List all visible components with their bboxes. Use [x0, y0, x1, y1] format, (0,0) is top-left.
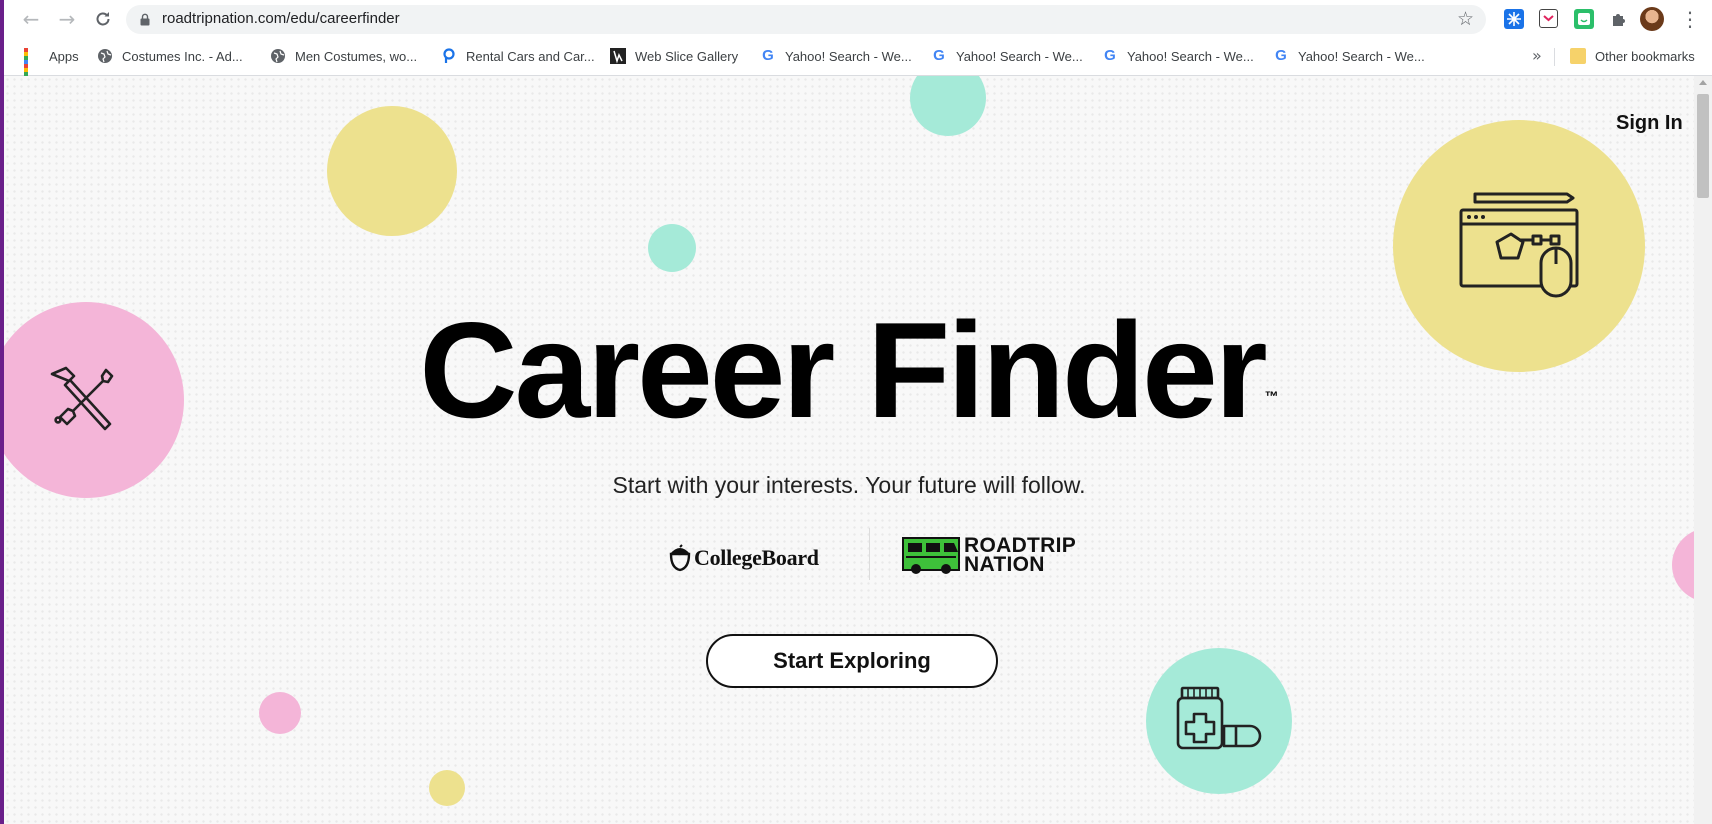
extension-smiley-icon[interactable] — [1574, 9, 1594, 29]
page-title: Career Finder™ — [4, 300, 1694, 440]
browser-toolbar: ← → roadtripnation.com/edu/careerfinder … — [4, 0, 1712, 38]
decorative-circle — [910, 76, 986, 136]
lock-icon — [140, 13, 150, 31]
collegeboard-logo[interactable]: CollegeBoard — [668, 538, 819, 578]
rental-pin-icon — [441, 48, 457, 64]
logo-divider — [869, 528, 870, 580]
back-arrow-icon[interactable]: ← — [18, 6, 44, 32]
forward-arrow-icon[interactable]: → — [54, 6, 80, 32]
collegeboard-wordmark: CollegeBoard — [694, 545, 819, 570]
reload-icon[interactable] — [90, 6, 116, 32]
decorative-circle — [648, 224, 696, 272]
google-g-icon: G — [1275, 47, 1287, 64]
web-slice-icon — [610, 48, 626, 64]
bookmark-label: Web Slice Gallery — [635, 48, 739, 64]
start-exploring-button[interactable]: Start Exploring — [706, 634, 998, 688]
folder-icon — [1570, 48, 1586, 64]
bookmark-item[interactable]: G Yahoo! Search - We... — [931, 46, 1083, 66]
browser-window: ← → roadtripnation.com/edu/careerfinder … — [4, 0, 1712, 824]
bookmark-label: Rental Cars and Car... — [466, 48, 595, 64]
bookmark-item[interactable]: Web Slice Gallery — [610, 46, 738, 66]
bookmark-item[interactable]: Rental Cars and Car... — [441, 46, 595, 66]
bookmark-label: Other bookmarks — [1595, 48, 1695, 64]
rv-icon — [902, 537, 960, 574]
page-content: Sign In Career Finder™ Start with your i… — [4, 76, 1694, 824]
bookmarks-overflow-button[interactable]: » — [1532, 46, 1542, 65]
nation-text: NATION — [964, 553, 1045, 576]
page-scrollbar[interactable] — [1694, 76, 1712, 824]
roadtrip-nation-wordmark: ROADTRIP NATION — [964, 535, 1076, 576]
sign-in-link[interactable]: Sign In — [1616, 112, 1683, 135]
bookmark-item[interactable]: Men Costumes, wo... — [270, 46, 417, 66]
bookmark-star-icon[interactable]: ☆ — [1457, 8, 1474, 30]
bookmark-item[interactable]: G Yahoo! Search - We... — [760, 46, 912, 66]
puzzle-icon[interactable] — [1609, 9, 1629, 29]
kebab-menu-icon[interactable]: ⋮ — [1680, 6, 1700, 32]
apps-grid-icon — [24, 48, 40, 84]
bookmark-item[interactable]: Costumes Inc. - Ad... — [97, 46, 243, 66]
bookmark-label: Yahoo! Search - We... — [785, 48, 912, 64]
medicine-circle — [1146, 648, 1292, 794]
design-screen-icon — [1459, 192, 1579, 298]
decorative-circle — [429, 770, 465, 806]
decorative-circle — [1672, 528, 1694, 602]
decorative-circle — [259, 692, 301, 734]
google-g-icon: G — [1104, 47, 1116, 64]
acorn-icon — [669, 544, 691, 572]
bookmarks-divider — [1554, 48, 1555, 66]
page-subtitle: Start with your interests. Your future w… — [612, 472, 1086, 498]
bookmark-label: Yahoo! Search - We... — [956, 48, 1083, 64]
bookmark-apps[interactable]: Apps — [24, 46, 79, 84]
url-text[interactable]: roadtripnation.com/edu/careerfinder — [162, 10, 400, 27]
globe-icon — [97, 48, 113, 64]
bookmark-item[interactable]: G Yahoo! Search - We... — [1273, 46, 1425, 66]
scroll-up-arrow-icon[interactable] — [1699, 80, 1707, 85]
extension-pocket-icon[interactable] — [1539, 9, 1558, 28]
scroll-thumb[interactable] — [1697, 94, 1709, 198]
bookmark-label: Yahoo! Search - We... — [1298, 48, 1425, 64]
roadtrip-nation-logo[interactable]: ROADTRIP NATION — [902, 535, 1076, 575]
page-title-text: Career Finder — [419, 294, 1267, 446]
other-bookmarks-folder[interactable]: Other bookmarks — [1570, 46, 1695, 66]
address-bar[interactable]: roadtripnation.com/edu/careerfinder ☆ — [126, 5, 1486, 34]
medicine-bottle-icon — [1176, 686, 1262, 750]
google-g-icon: G — [933, 47, 945, 64]
decorative-circle — [327, 106, 457, 236]
bookmark-label: Costumes Inc. - Ad... — [122, 48, 243, 64]
globe-icon — [270, 48, 286, 64]
bookmarks-bar: Apps Costumes Inc. - Ad... Men Costumes,… — [4, 38, 1712, 84]
extension-snowflake-icon[interactable] — [1504, 9, 1524, 29]
bookmark-label: Yahoo! Search - We... — [1127, 48, 1254, 64]
bookmark-label: Apps — [49, 48, 79, 64]
trademark-symbol: ™ — [1264, 388, 1279, 404]
google-g-icon: G — [762, 47, 774, 64]
bookmark-label: Men Costumes, wo... — [295, 48, 418, 64]
profile-avatar[interactable] — [1640, 7, 1664, 31]
bookmark-item[interactable]: G Yahoo! Search - We... — [1102, 46, 1254, 66]
